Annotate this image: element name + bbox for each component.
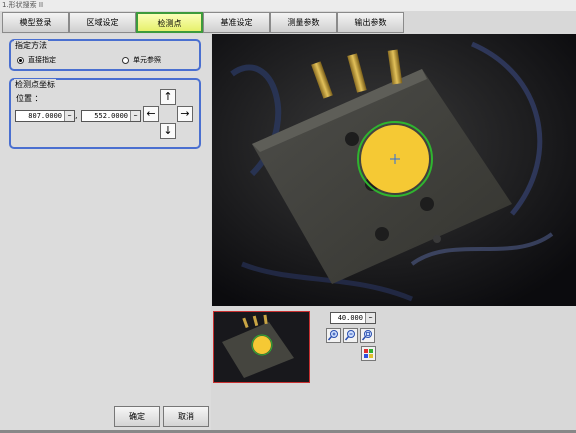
- color-palette-icon: [364, 349, 373, 358]
- settings-panel: 指定方法 直接指定 单元参照 检测点坐标 位置 ： 807.0000 … , 5…: [0, 34, 211, 433]
- zoom-in-button[interactable]: [326, 328, 341, 343]
- arrow-down-button[interactable]: ↓: [160, 123, 176, 139]
- arrow-right-button[interactable]: →: [177, 106, 193, 122]
- coordinate-separator: ,: [75, 111, 78, 120]
- radio-direct[interactable]: 直接指定: [17, 55, 56, 65]
- tab-area-setting[interactable]: 区域设定: [69, 12, 136, 33]
- tab-bar: 模型登录 区域设定 检测点 基准设定 测量参数 输出参数: [0, 11, 576, 34]
- radio-unit-reference[interactable]: 单元参照: [122, 55, 161, 65]
- tab-output-params[interactable]: 输出参数: [337, 12, 404, 33]
- zoom-in-icon: [327, 330, 338, 341]
- zoom-fit-button[interactable]: [360, 328, 375, 343]
- thumbnail-view[interactable]: [213, 311, 310, 383]
- ok-button[interactable]: 确定: [114, 406, 160, 427]
- zoom-level-value: 40.000: [337, 314, 363, 322]
- x-coordinate-value: 807.0000: [28, 112, 62, 120]
- camera-view[interactable]: [212, 34, 576, 306]
- tab-model-register[interactable]: 模型登录: [2, 12, 69, 33]
- x-coordinate-input[interactable]: 807.0000 …: [15, 110, 75, 122]
- coordinate-group-title: 检测点坐标: [14, 79, 56, 90]
- y-coordinate-value: 552.0000: [94, 112, 128, 120]
- y-more-button[interactable]: …: [130, 111, 140, 121]
- method-group-title: 指定方法: [14, 40, 48, 51]
- radio-unit-label: 单元参照: [133, 56, 161, 64]
- radio-unit-indicator[interactable]: [122, 56, 129, 64]
- position-label: 位置 ：: [16, 94, 43, 103]
- window-title: 1.形状搜索 II: [0, 0, 576, 11]
- arrow-up-button[interactable]: ↑: [160, 89, 176, 105]
- thumbnail-image: [214, 312, 309, 382]
- tab-measurement-params[interactable]: 测量参数: [270, 12, 337, 33]
- tab-reference-setting[interactable]: 基准设定: [203, 12, 270, 33]
- cancel-button[interactable]: 取消: [163, 406, 209, 427]
- tab-detection-point[interactable]: 检测点: [136, 12, 203, 33]
- zoom-more-button[interactable]: …: [365, 313, 375, 323]
- radio-direct-indicator[interactable]: [17, 56, 24, 64]
- camera-image: [212, 34, 576, 306]
- zoom-fit-icon: [361, 330, 372, 341]
- method-group: 指定方法 直接指定 单元参照: [9, 39, 201, 71]
- zoom-out-button[interactable]: [343, 328, 358, 343]
- y-coordinate-input[interactable]: 552.0000 …: [81, 110, 141, 122]
- zoom-level-input[interactable]: 40.000 …: [330, 312, 376, 324]
- arrow-left-button[interactable]: ←: [143, 106, 159, 122]
- color-palette-button[interactable]: [361, 346, 376, 361]
- x-more-button[interactable]: …: [64, 111, 74, 121]
- coordinate-group: 检测点坐标 位置 ： 807.0000 … , 552.0000 … ↑ ← →…: [9, 78, 201, 149]
- radio-direct-label: 直接指定: [28, 56, 56, 64]
- zoom-out-icon: [344, 330, 355, 341]
